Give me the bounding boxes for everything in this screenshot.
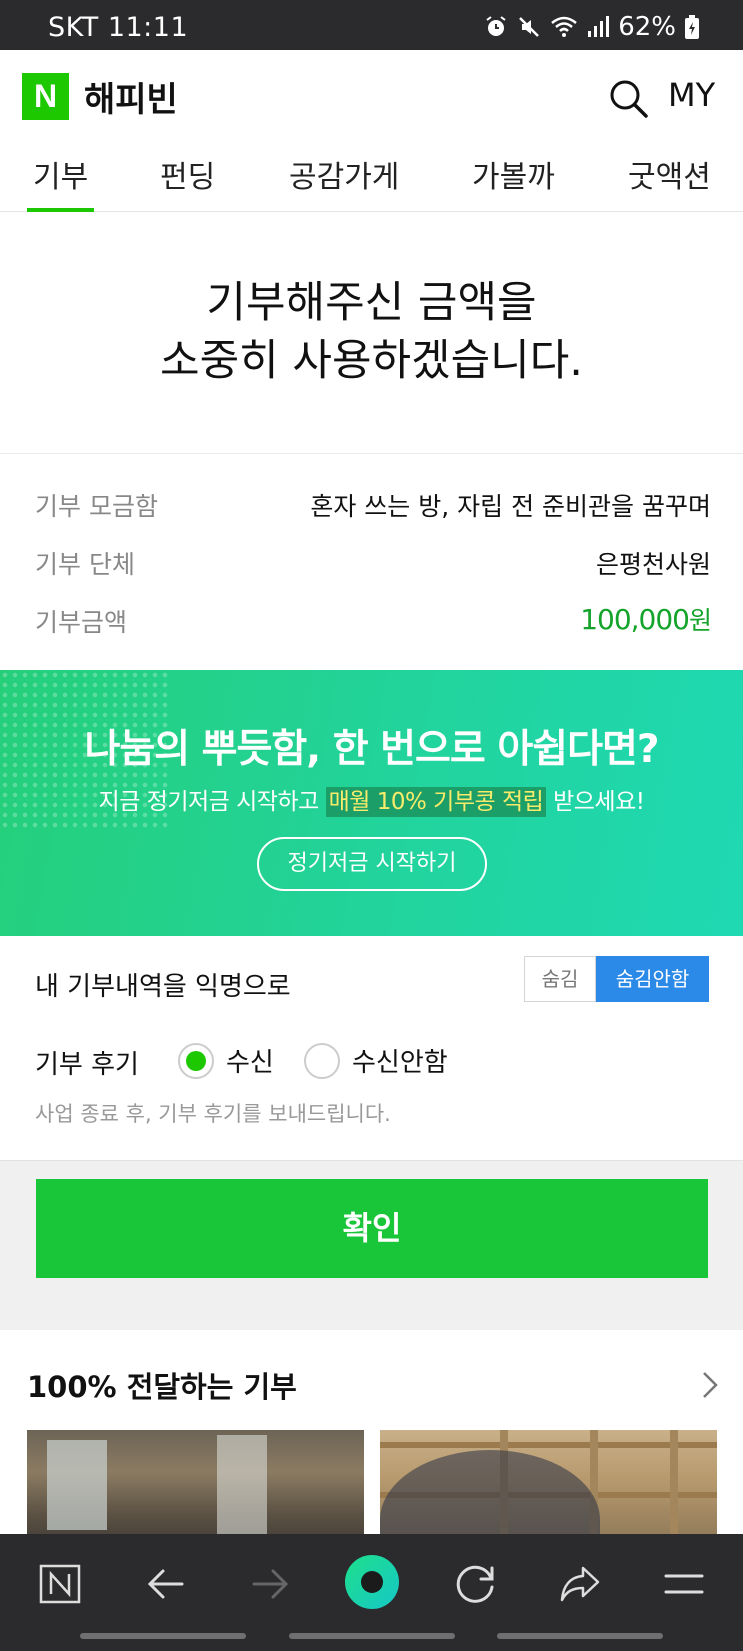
tab-good-action[interactable]: 굿액션 xyxy=(628,152,711,212)
regular-savings-banner[interactable]: 나눔의 뿌듯함, 한 번으로 아쉽다면? 지금 정기저금 시작하고 매월 10%… xyxy=(0,670,743,936)
review-receive-radio[interactable]: 수신 xyxy=(178,1042,274,1079)
banner-sub-before: 지금 정기저금 시작하고 xyxy=(98,789,326,815)
donation-box-label: 기부 모금함 xyxy=(35,492,158,521)
recommendation-thumbnail[interactable] xyxy=(380,1430,717,1535)
naver-logo[interactable]: N xyxy=(22,73,69,120)
share-icon[interactable] xyxy=(550,1554,610,1614)
green-dot-icon[interactable] xyxy=(342,1552,402,1612)
tab-funding[interactable]: 펀딩 xyxy=(160,152,215,212)
start-regular-savings-button[interactable]: 정기저금 시작하기 xyxy=(257,837,487,891)
review-decline-radio[interactable]: 수신안함 xyxy=(304,1042,448,1079)
anonymous-hide-option[interactable]: 숨김 xyxy=(524,956,596,1002)
category-tabs: 기부 펀딩 공감가게 가볼까 굿액션 xyxy=(0,142,743,212)
banner-sub-after: 받으세요! xyxy=(546,789,645,815)
confirm-section: 확인 xyxy=(0,1160,743,1330)
review-receive-label[interactable]: 수신 xyxy=(226,1042,274,1079)
thumbnail-window-shape xyxy=(47,1440,107,1530)
amount-number: 100,000 xyxy=(580,603,690,636)
menu-icon[interactable] xyxy=(654,1554,714,1614)
back-arrow-icon[interactable] xyxy=(136,1554,196,1614)
anonymous-show-option[interactable]: 숨김안함 xyxy=(596,956,709,1002)
forward-arrow-icon[interactable] xyxy=(240,1554,300,1614)
gesture-bar-right xyxy=(497,1633,663,1639)
battery-icon xyxy=(685,15,699,39)
donation-box-value: 혼자 쓰는 방, 자립 전 준비관을 꿈꾸며 xyxy=(310,492,711,521)
thumbnail-shelf xyxy=(380,1442,717,1448)
signal-icon xyxy=(588,16,610,37)
gesture-bar-left xyxy=(80,1633,246,1639)
donation-box-row: 기부 모금함 혼자 쓰는 방, 자립 전 준비관을 꿈꾸며 xyxy=(35,487,711,527)
organization-value: 은평천사원 xyxy=(595,550,711,579)
review-note: 사업 종료 후, 기부 후기를 보내드립니다. xyxy=(35,1102,391,1126)
search-icon[interactable] xyxy=(606,76,650,120)
battery-percent: 62% xyxy=(618,12,676,42)
thumbnail-shelf-post xyxy=(670,1430,678,1535)
tab-shall-we-go[interactable]: 가볼까 xyxy=(472,152,555,212)
review-decline-label[interactable]: 수신안함 xyxy=(352,1042,448,1079)
amount-unit: 원 xyxy=(688,606,712,635)
carrier-time: SKT 11:11 xyxy=(48,12,189,43)
banner-highlight: 매월 10% 기부콩 적립 xyxy=(325,787,547,817)
review-label: 기부 후기 xyxy=(35,1050,139,1080)
wifi-icon xyxy=(551,16,578,37)
chevron-right-icon[interactable] xyxy=(700,1370,720,1400)
recommendations-title[interactable]: 100% 전달하는 기부 xyxy=(27,1364,297,1406)
thumbnail-door-shape xyxy=(217,1435,267,1535)
status-icons: 62% xyxy=(484,12,699,42)
naver-home-icon[interactable] xyxy=(30,1554,90,1614)
amount-row: 기부금액 100,000원 xyxy=(35,601,712,643)
thumbnail-dome-shape xyxy=(380,1450,600,1535)
tab-empathy-store[interactable]: 공감가게 xyxy=(289,152,399,212)
radio-unchecked-icon[interactable] xyxy=(304,1042,340,1079)
amount-value: 100,000원 xyxy=(580,601,712,637)
app-header: N 해피빈 MY xyxy=(0,50,743,142)
banner-headline: 나눔의 뿌듯함, 한 번으로 아쉽다면? xyxy=(84,727,659,772)
tab-donation[interactable]: 기부 xyxy=(26,152,95,212)
mute-icon xyxy=(519,17,540,37)
organization-label: 기부 단체 xyxy=(35,550,135,579)
recommendations-section: 100% 전달하는 기부 xyxy=(0,1330,743,1535)
thank-you-line-1: 기부해주신 금액을 xyxy=(206,278,537,328)
anonymous-toggle: 숨김 숨김안함 xyxy=(524,956,709,1002)
confirm-button[interactable]: 확인 xyxy=(36,1179,708,1278)
recommendation-thumbnail[interactable] xyxy=(27,1430,364,1535)
refresh-icon[interactable] xyxy=(446,1554,506,1614)
donation-options: 내 기부내역을 익명으로 숨김 숨김안함 기부 후기 수신 수신안함 사업 종료… xyxy=(0,936,743,1161)
organization-row: 기부 단체 은평천사원 xyxy=(35,545,711,585)
amount-label: 기부금액 xyxy=(35,608,128,637)
thank-you-line-2: 소중히 사용하겠습니다. xyxy=(160,336,583,386)
donation-summary: 기부 모금함 혼자 쓰는 방, 자립 전 준비관을 꿈꾸며 기부 단체 은평천사… xyxy=(0,455,743,670)
anonymous-label: 내 기부내역을 익명으로 xyxy=(35,972,291,1002)
gesture-bar-center xyxy=(289,1633,455,1639)
my-page-button[interactable]: MY xyxy=(668,76,715,114)
status-bar: SKT 11:11 62% xyxy=(0,0,743,50)
brand-title[interactable]: 해피빈 xyxy=(84,72,178,121)
thank-you-message: 기부해주신 금액을 소중히 사용하겠습니다. xyxy=(0,212,743,454)
banner-subtext: 지금 정기저금 시작하고 매월 10% 기부콩 적립 받으세요! xyxy=(0,782,743,817)
alarm-icon xyxy=(486,16,506,36)
radio-checked-icon[interactable] xyxy=(178,1042,214,1079)
